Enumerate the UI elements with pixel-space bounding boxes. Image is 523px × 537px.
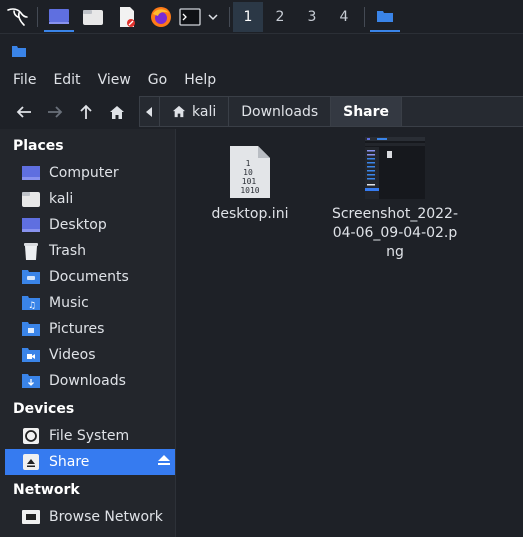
sidebar-item-documents[interactable]: Documents [5,264,175,290]
videos-folder-icon [21,345,41,365]
top-panel: 1 2 3 4 [0,0,523,34]
workspace-3[interactable]: 3 [297,2,327,32]
sidebar-item-videos[interactable]: Videos [5,342,175,368]
devices-heading: Devices [13,401,75,417]
sidebar-item-label: Downloads [49,373,126,389]
workspace-1[interactable]: 1 [233,2,263,32]
file-icon-text: 10 [243,168,253,177]
file-name: desktop.ini [211,206,289,222]
launcher-dropdown[interactable] [204,2,222,32]
home-folder-icon [21,189,41,209]
trash-icon [21,241,41,261]
eject-icon[interactable] [157,454,171,470]
forward-button[interactable] [39,97,70,127]
kali-menu-button[interactable] [2,2,32,32]
menu-help[interactable]: Help [184,72,216,88]
file-manager-launcher[interactable] [78,2,108,32]
show-desktop-button[interactable] [44,2,74,32]
sidebar-item-label: Desktop [49,217,107,233]
file-name: Screenshot_2022-04-06_09-04-02.png [331,206,459,260]
up-button[interactable] [70,97,101,127]
svg-text:♫: ♫ [28,301,36,311]
firefox-icon [151,7,171,27]
menubar: File Edit View Go Help [0,65,523,95]
path-bar: kali Downloads Share [139,96,523,127]
sidebar-item-desktop[interactable]: Desktop [5,212,175,238]
home-icon [172,105,186,118]
image-thumbnail [365,137,425,199]
back-button[interactable] [8,97,39,127]
path-scroll-left-button[interactable] [140,97,160,126]
triangle-left-icon [146,106,152,117]
workspace-2[interactable]: 2 [265,2,295,32]
file-icon-text: 1010 [240,186,259,195]
menu-edit[interactable]: Edit [53,72,80,88]
sidebar-item-label: Trash [49,243,86,259]
crumb-kali-label: kali [192,103,217,120]
window-titlebar [0,35,523,65]
terminal-launcher[interactable] [178,2,202,32]
sidebar-item-label: File System [49,428,130,444]
sidebar-item-kali[interactable]: kali [5,186,175,212]
file-icon-text: 1 [246,159,251,168]
desktop-icon [49,9,69,24]
arrow-up-icon [79,104,92,119]
network-heading: Network [13,482,80,498]
harddisk-icon [21,426,41,446]
sidebar-item-browse-network[interactable]: Browse Network [5,504,175,530]
desktop-icon [21,215,41,235]
text-editor-icon [120,7,135,27]
sidebar-item-label: kali [49,191,74,207]
sidebar: Places Computer kali Desktop Trash Docum… [0,129,176,537]
file-view: 1 10 101 1010 desktop.ini Screenshot_202… [177,129,523,537]
kali-dragon-icon [7,8,28,26]
arrow-left-icon [16,106,31,118]
file-item-desktop-ini[interactable]: 1 10 101 1010 desktop.ini [185,145,315,224]
chevron-down-icon [208,14,218,21]
removable-drive-icon [21,452,41,472]
folder-icon [377,11,393,22]
firefox-launcher[interactable] [146,2,176,32]
downloads-folder-icon [21,371,41,391]
crumb-downloads[interactable]: Downloads [229,97,332,126]
sidebar-item-label: Music [49,295,89,311]
file-icon-text: 101 [242,177,257,186]
sidebar-item-share[interactable]: Share [5,449,175,475]
sidebar-item-label: Computer [49,165,119,181]
text-file-icon: 1 10 101 1010 [230,146,270,198]
sidebar-item-label: Pictures [49,321,105,337]
sidebar-item-downloads[interactable]: Downloads [5,368,175,394]
sidebar-item-label: Documents [49,269,129,285]
taskbar-file-manager-window[interactable] [370,2,400,32]
menu-go[interactable]: Go [148,72,167,88]
sidebar-item-label: Share [49,454,90,470]
workspace-4[interactable]: 4 [329,2,359,32]
toolbar: kali Downloads Share [0,96,523,128]
home-button[interactable] [101,97,132,127]
menu-file[interactable]: File [13,72,36,88]
window-folder-icon [12,46,26,57]
music-folder-icon: ♫ [21,293,41,313]
crumb-kali[interactable]: kali [160,97,230,126]
sidebar-item-label: Videos [49,347,96,363]
documents-folder-icon [21,267,41,287]
network-icon [21,507,41,527]
places-heading: Places [13,138,64,154]
crumb-share[interactable]: Share [331,97,403,126]
sidebar-item-label: Browse Network [49,509,163,525]
sidebar-item-pictures[interactable]: Pictures [5,316,175,342]
sidebar-item-music[interactable]: ♫ Music [5,290,175,316]
home-icon [109,105,124,119]
menu-view[interactable]: View [98,72,131,88]
arrow-right-icon [47,106,62,118]
text-editor-launcher[interactable] [112,2,142,32]
computer-icon [21,163,41,183]
pictures-folder-icon [21,319,41,339]
sidebar-item-trash[interactable]: Trash [5,238,175,264]
file-manager-icon [83,10,103,25]
file-item-screenshot[interactable]: Screenshot_2022-04-06_09-04-02.png [330,137,460,262]
terminal-icon [179,8,201,26]
sidebar-item-computer[interactable]: Computer [5,160,175,186]
sidebar-item-file-system[interactable]: File System [5,423,175,449]
